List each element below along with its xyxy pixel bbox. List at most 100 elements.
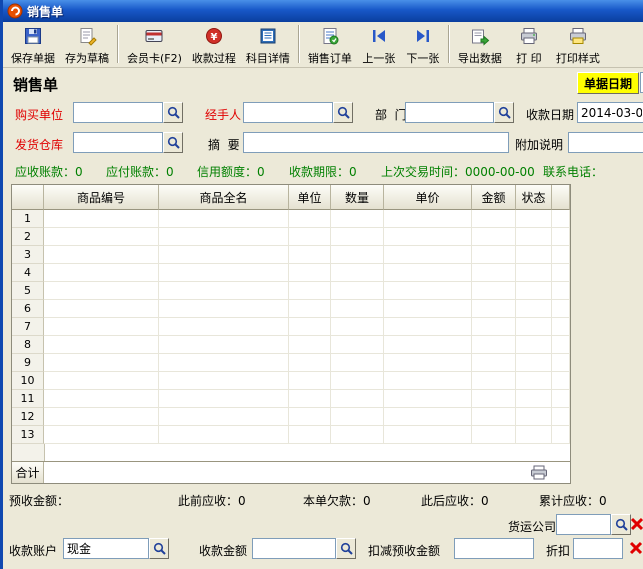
- table-cell[interactable]: [516, 282, 552, 300]
- table-cell[interactable]: [289, 246, 331, 264]
- table-cell[interactable]: [516, 318, 552, 336]
- amount-lookup-button[interactable]: [336, 538, 356, 559]
- table-cell[interactable]: [472, 246, 516, 264]
- table-cell[interactable]: [384, 300, 472, 318]
- table-cell[interactable]: [384, 426, 472, 444]
- table-cell[interactable]: [289, 390, 331, 408]
- table-cell[interactable]: [552, 318, 570, 336]
- table-cell[interactable]: [331, 282, 384, 300]
- payment-account-input[interactable]: [63, 538, 149, 559]
- bill-date-button[interactable]: 单据日期: [577, 72, 639, 94]
- table-cell[interactable]: [289, 318, 331, 336]
- column-header-amount[interactable]: 金额: [472, 185, 516, 210]
- summary-input[interactable]: [243, 132, 509, 153]
- table-row[interactable]: 3: [12, 246, 570, 264]
- table-cell[interactable]: [44, 246, 159, 264]
- previous-bill-button[interactable]: 上一张: [357, 23, 401, 66]
- table-cell[interactable]: [472, 318, 516, 336]
- column-header-code[interactable]: 商品编号: [44, 185, 159, 210]
- table-cell[interactable]: [44, 354, 159, 372]
- table-cell[interactable]: [384, 264, 472, 282]
- table-cell[interactable]: [552, 354, 570, 372]
- table-cell[interactable]: [516, 408, 552, 426]
- table-cell[interactable]: [289, 372, 331, 390]
- table-cell[interactable]: [44, 300, 159, 318]
- save-bill-button[interactable]: 保存单据: [6, 23, 60, 66]
- table-row[interactable]: 7: [12, 318, 570, 336]
- handler-input[interactable]: [243, 102, 333, 123]
- buyer-lookup-button[interactable]: [163, 102, 183, 123]
- table-cell[interactable]: [552, 282, 570, 300]
- table-cell[interactable]: [159, 408, 289, 426]
- table-cell[interactable]: [552, 300, 570, 318]
- table-cell[interactable]: [384, 228, 472, 246]
- table-cell[interactable]: [552, 408, 570, 426]
- table-cell[interactable]: [289, 228, 331, 246]
- table-cell[interactable]: [44, 390, 159, 408]
- table-cell[interactable]: [384, 390, 472, 408]
- receipt-date-input[interactable]: [577, 102, 643, 123]
- table-row[interactable]: 2: [12, 228, 570, 246]
- column-header-qty[interactable]: 数量: [331, 185, 384, 210]
- table-cell[interactable]: [331, 300, 384, 318]
- table-cell[interactable]: [44, 210, 159, 228]
- table-row[interactable]: 6: [12, 300, 570, 318]
- table-cell[interactable]: [384, 372, 472, 390]
- table-cell[interactable]: [159, 210, 289, 228]
- note-input[interactable]: [568, 132, 643, 153]
- table-cell[interactable]: [552, 426, 570, 444]
- table-cell[interactable]: [472, 426, 516, 444]
- table-cell[interactable]: [516, 426, 552, 444]
- table-cell[interactable]: [289, 300, 331, 318]
- table-cell[interactable]: [159, 282, 289, 300]
- table-cell[interactable]: [472, 282, 516, 300]
- table-cell[interactable]: [159, 354, 289, 372]
- print-style-button[interactable]: 打印样式: [551, 23, 605, 66]
- department-lookup-button[interactable]: [494, 102, 514, 123]
- table-cell[interactable]: [472, 264, 516, 282]
- table-cell[interactable]: [472, 390, 516, 408]
- freight-lookup-button[interactable]: [611, 514, 631, 535]
- column-header-price[interactable]: 单价: [384, 185, 472, 210]
- discount-clear-button[interactable]: [628, 540, 643, 556]
- handler-lookup-button[interactable]: [333, 102, 353, 123]
- table-cell[interactable]: [472, 372, 516, 390]
- table-cell[interactable]: [331, 336, 384, 354]
- table-cell[interactable]: [384, 282, 472, 300]
- table-cell[interactable]: [516, 372, 552, 390]
- table-row[interactable]: 9: [12, 354, 570, 372]
- table-cell[interactable]: [384, 210, 472, 228]
- table-cell[interactable]: [516, 354, 552, 372]
- table-cell[interactable]: [472, 336, 516, 354]
- table-row[interactable]: 5: [12, 282, 570, 300]
- account-lookup-button[interactable]: [149, 538, 169, 559]
- export-data-button[interactable]: 导出数据: [453, 23, 507, 66]
- table-cell[interactable]: [331, 426, 384, 444]
- table-cell[interactable]: [552, 210, 570, 228]
- table-cell[interactable]: [44, 228, 159, 246]
- table-cell[interactable]: [331, 390, 384, 408]
- print-button[interactable]: 打 印: [507, 23, 551, 66]
- table-cell[interactable]: [44, 426, 159, 444]
- buyer-input[interactable]: [73, 102, 163, 123]
- table-cell[interactable]: [159, 336, 289, 354]
- table-row[interactable]: 10: [12, 372, 570, 390]
- table-cell[interactable]: [472, 354, 516, 372]
- printer-icon[interactable]: [530, 465, 548, 483]
- table-cell[interactable]: [289, 408, 331, 426]
- table-cell[interactable]: [516, 336, 552, 354]
- table-cell[interactable]: [472, 210, 516, 228]
- table-cell[interactable]: [552, 228, 570, 246]
- discount-input[interactable]: [573, 538, 623, 559]
- table-row[interactable]: 12: [12, 408, 570, 426]
- table-cell[interactable]: [331, 372, 384, 390]
- table-row[interactable]: 4: [12, 264, 570, 282]
- table-cell[interactable]: [552, 246, 570, 264]
- table-cell[interactable]: [516, 228, 552, 246]
- next-bill-button[interactable]: 下一张: [401, 23, 445, 66]
- table-row[interactable]: 8: [12, 336, 570, 354]
- table-cell[interactable]: [331, 408, 384, 426]
- table-cell[interactable]: [472, 408, 516, 426]
- table-cell[interactable]: [384, 318, 472, 336]
- column-header-status[interactable]: 状态: [516, 185, 552, 210]
